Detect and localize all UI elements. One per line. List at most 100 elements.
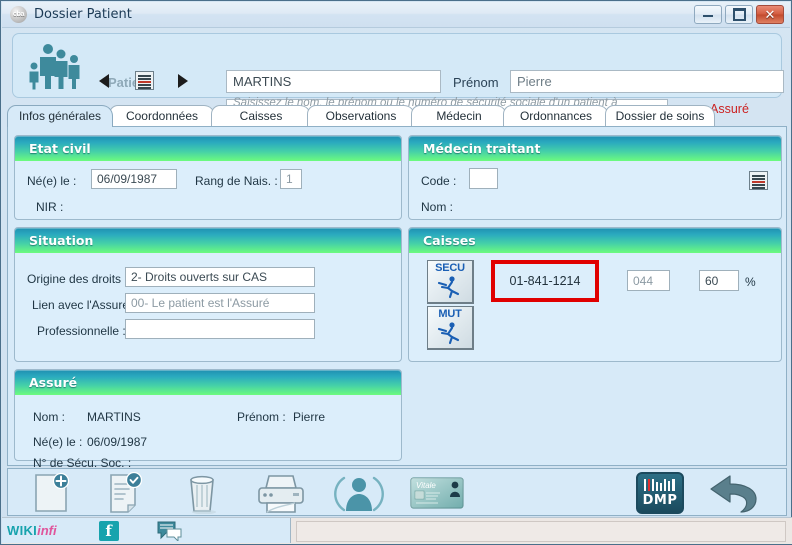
tab-label: Caisses <box>239 108 283 123</box>
window-title: Dossier Patient <box>34 7 132 22</box>
lien-assure-label: Lien avec l'Assuré : <box>32 298 136 312</box>
window-controls: ✕ <box>694 5 784 24</box>
tab-dossier-de-soins[interactable]: Dossier de soins <box>605 105 715 127</box>
ne-le-label: Né(e) le : <box>27 174 77 188</box>
panel-header-assure: Assuré <box>15 370 401 395</box>
panel-header-medecin-traitant: Médecin traitant <box>409 136 781 161</box>
next-arrow-icon[interactable] <box>168 72 188 90</box>
panel-medecin-traitant: Médecin traitant Code : Nom : <box>408 135 782 220</box>
percent-label: % <box>745 275 756 289</box>
rang-naissance-input[interactable]: 1 <box>280 169 302 189</box>
vitale-card-reader-icon[interactable] <box>135 71 154 90</box>
prenom-label: Prénom <box>453 75 499 90</box>
panel-title: Médecin traitant <box>423 141 541 156</box>
mut-label: MUT <box>438 308 462 320</box>
chat-bubble-icon[interactable] <box>157 521 183 541</box>
delete-trash-icon[interactable] <box>178 472 226 514</box>
tab-label: Coordonnées <box>125 108 199 123</box>
svg-text:Vitale: Vitale <box>416 481 436 490</box>
panel-header-situation: Situation <box>15 228 401 253</box>
patient-navigation <box>99 71 188 90</box>
assure-nom-value: MARTINS <box>87 410 141 424</box>
tab-medecin[interactable]: Médecin <box>411 105 507 127</box>
edit-document-icon[interactable] <box>101 472 149 514</box>
medecin-nom-label: Nom : <box>421 200 454 214</box>
tab-label: Dossier de soins <box>615 108 705 123</box>
tab-infos-generales[interactable]: Infos générales <box>7 105 113 127</box>
caisse-number-highlight[interactable]: 01-841-1214 <box>491 260 599 302</box>
caisse-taux-input[interactable]: 60 <box>699 270 739 291</box>
dossier-patient-window: cba Dossier Patient ✕ Patient MARTINS Pr… <box>0 0 792 545</box>
app-icon: cba <box>10 6 27 23</box>
professionnelle-input[interactable] <box>125 319 315 339</box>
status-bar-left: WIKIinfi f <box>2 518 291 543</box>
panel-assure: Assuré Nom : MARTINS Prénom : Pierre Né(… <box>14 369 402 470</box>
tab-label: Observations <box>325 108 397 123</box>
panel-etat-civil: Etat civil Né(e) le : 06/09/1987 Rang de… <box>14 135 402 220</box>
patient-profile-icon[interactable] <box>333 472 385 514</box>
panel-situation: Situation Origine des droits : 2- Droits… <box>14 227 402 362</box>
minimize-icon <box>703 12 713 17</box>
back-arrow-icon[interactable] <box>708 472 764 514</box>
card-reader-icon[interactable] <box>749 171 768 190</box>
previous-arrow-icon[interactable] <box>99 72 121 90</box>
status-bar: WIKIinfi f <box>2 517 792 544</box>
infi-label: infi <box>37 523 57 538</box>
tab-coordonnees[interactable]: Coordonnées <box>109 105 215 127</box>
running-person-icon <box>437 322 460 345</box>
assure-prenom-label: Prénom : <box>237 410 286 424</box>
dmp-label: DMP <box>642 493 678 508</box>
tab-bar: Infos générales Coordonnées Caisses Obse… <box>7 105 787 127</box>
rang-naissance-label: Rang de Nais. : <box>195 174 278 188</box>
ne-le-input[interactable]: 06/09/1987 <box>91 169 177 189</box>
dmp-barcode-icon <box>644 479 675 491</box>
patient-nom-input[interactable]: MARTINS <box>226 70 441 93</box>
medecin-code-label: Code : <box>421 174 457 188</box>
origine-droits-label: Origine des droits : <box>27 272 128 286</box>
assure-ne-le-label: Né(e) le : <box>33 435 83 449</box>
panel-header-etat-civil: Etat civil <box>15 136 401 161</box>
family-icon <box>29 44 80 90</box>
lien-assure-input[interactable]: 00- Le patient est l'Assuré <box>125 293 315 313</box>
tab-label: Médecin <box>436 108 482 123</box>
tab-content-infos-generales: Etat civil Né(e) le : 06/09/1987 Rang de… <box>7 126 787 470</box>
panel-header-caisses: Caisses <box>409 228 781 253</box>
assure-nom-label: Nom : <box>33 410 66 424</box>
vitale-card-icon[interactable]: Vitale <box>408 472 466 512</box>
patient-prenom-input[interactable]: Pierre <box>510 70 784 93</box>
new-document-icon[interactable] <box>26 472 74 514</box>
tab-caisses[interactable]: Caisses <box>211 105 311 127</box>
bottom-toolbar: Vitale DMP <box>7 468 787 516</box>
panel-title: Caisses <box>423 233 476 248</box>
maximize-button[interactable] <box>725 5 753 24</box>
tab-label: Ordonnances <box>519 108 593 123</box>
patient-search-header: Patient MARTINS Prénom Pierre Saisissez … <box>12 33 784 121</box>
medecin-code-input[interactable] <box>469 168 498 189</box>
close-icon: ✕ <box>764 7 776 22</box>
running-person-icon <box>437 276 460 299</box>
secu-button[interactable]: SECU <box>427 260 474 304</box>
secu-label: SECU <box>435 262 465 274</box>
caisse-centre-input[interactable]: 044 <box>627 270 670 291</box>
tab-label: Infos générales <box>18 108 102 123</box>
assure-prenom-value: Pierre <box>293 410 326 424</box>
mut-button[interactable]: MUT <box>427 306 474 350</box>
wiki-label: WIKI <box>7 523 38 538</box>
status-message-field <box>296 521 786 542</box>
origine-droits-input[interactable]: 2- Droits ouverts sur CAS <box>125 267 315 287</box>
assure-ne-le-value: 06/09/1987 <box>87 435 148 449</box>
dmp-icon[interactable]: DMP <box>636 472 684 514</box>
wiki-infi-logo[interactable]: WIKIinfi <box>7 523 57 538</box>
tab-observations[interactable]: Observations <box>307 105 415 127</box>
minimize-button[interactable] <box>694 5 722 24</box>
panel-title: Situation <box>29 233 94 248</box>
maximize-icon <box>732 8 746 21</box>
panel-caisses: Caisses SECU MUT 01-841-1214 044 60 % <box>408 227 782 362</box>
close-button[interactable]: ✕ <box>756 5 784 24</box>
caisse-number-value: 01-841-1214 <box>509 274 581 288</box>
facebook-icon[interactable]: f <box>98 520 119 541</box>
print-icon[interactable] <box>253 472 309 514</box>
tab-ordonnances[interactable]: Ordonnances <box>503 105 609 127</box>
panel-title: Assuré <box>29 375 78 390</box>
panel-title: Etat civil <box>29 141 91 156</box>
